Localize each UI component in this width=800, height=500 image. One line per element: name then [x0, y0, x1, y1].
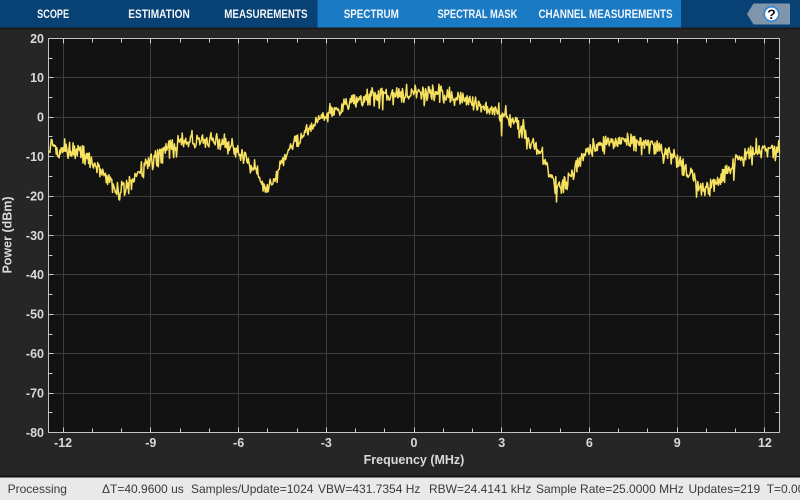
svg-text:0: 0	[411, 436, 418, 450]
svg-text:Power (dBm): Power (dBm)	[1, 196, 15, 273]
svg-text:-10: -10	[26, 150, 44, 164]
svg-text:12: 12	[758, 436, 772, 450]
svg-text:20: 20	[30, 32, 44, 46]
svg-text:-70: -70	[26, 386, 44, 400]
svg-text:6: 6	[586, 436, 593, 450]
svg-text:Frequency (MHz): Frequency (MHz)	[364, 453, 465, 467]
svg-text:-40: -40	[26, 268, 44, 282]
svg-text:-80: -80	[26, 426, 44, 440]
svg-text:-60: -60	[26, 347, 44, 361]
svg-text:-50: -50	[26, 308, 44, 322]
svg-text:-6: -6	[233, 436, 244, 450]
svg-text:-20: -20	[26, 189, 44, 203]
svg-text:9: 9	[674, 436, 681, 450]
svg-text:-9: -9	[145, 436, 156, 450]
svg-text:-30: -30	[26, 229, 44, 243]
svg-text:0: 0	[37, 111, 44, 125]
svg-text:-3: -3	[321, 436, 332, 450]
svg-text:10: 10	[30, 71, 44, 85]
svg-text:-12: -12	[54, 436, 72, 450]
svg-text:3: 3	[498, 436, 505, 450]
